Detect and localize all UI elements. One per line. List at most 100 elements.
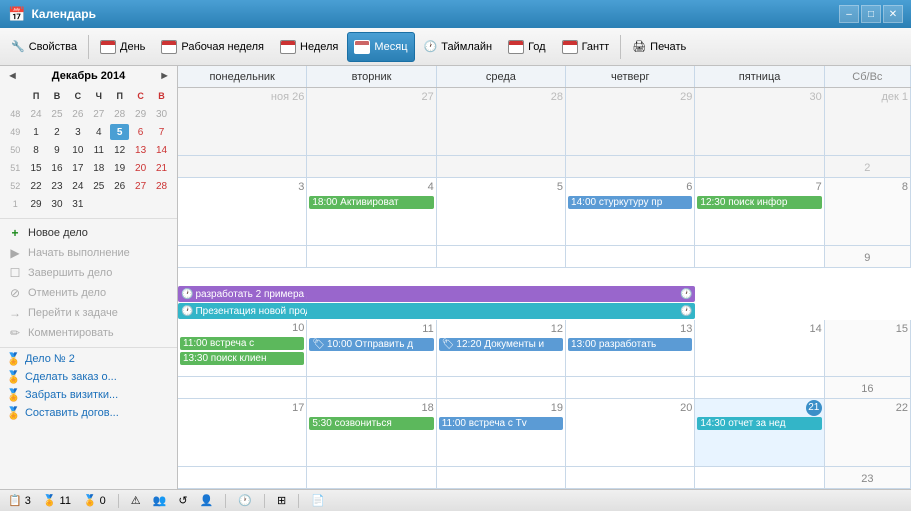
mini-cal-day[interactable]: 6 xyxy=(131,124,150,140)
cell-dec13[interactable]: 13 13:00 разработать xyxy=(566,320,695,375)
toolbar-week[interactable]: Неделя xyxy=(273,32,345,62)
cell-2b-5[interactable]: 9 xyxy=(825,246,911,267)
cell-3b-4[interactable] xyxy=(695,377,824,398)
mini-cal-day[interactable]: 30 xyxy=(48,196,67,212)
cell-3b-2[interactable] xyxy=(437,377,566,398)
task-item[interactable]: 🏅Забрать визитки... xyxy=(2,386,175,404)
mini-cal-day[interactable]: 12 xyxy=(110,142,129,158)
cell-2b-3[interactable] xyxy=(566,246,695,267)
cell-nov28[interactable]: 28 xyxy=(437,88,566,155)
maximize-button[interactable]: □ xyxy=(861,5,881,23)
event-dec19[interactable]: 11:00 встреча с Тv xyxy=(439,417,563,430)
mini-cal-day[interactable]: 26 xyxy=(68,106,87,122)
cell-dec17[interactable]: 17 xyxy=(178,399,307,466)
task-item[interactable]: 🏅Дело № 2 xyxy=(2,350,175,368)
close-button[interactable]: ✕ xyxy=(883,5,903,23)
mini-cal-day[interactable]: 29 xyxy=(27,196,46,212)
mini-cal-day[interactable]: 11 xyxy=(89,142,108,158)
cell-dec1[interactable]: дек 1 xyxy=(825,88,911,155)
cell-4b-0[interactable] xyxy=(178,467,307,488)
event-dec6[interactable]: 14:00 стуркутуру пр xyxy=(568,196,692,209)
cell-2b-4[interactable] xyxy=(695,246,824,267)
cell-4b-5[interactable]: 23 xyxy=(825,467,911,488)
task-item[interactable]: 🏅Составить догов... xyxy=(2,404,175,422)
toolbar-print[interactable]: 🖨 Печать xyxy=(625,32,693,62)
mini-cal-day[interactable]: 14 xyxy=(152,142,171,158)
cell-nov27[interactable]: 27 xyxy=(307,88,436,155)
toolbar-month[interactable]: Месяц xyxy=(347,32,414,62)
cell-nov29[interactable]: 29 xyxy=(566,88,695,155)
toolbar-gantt[interactable]: Гантт xyxy=(555,32,617,62)
mini-cal-day[interactable]: 24 xyxy=(27,106,46,122)
event-dec7[interactable]: 12:30 поиск инфор xyxy=(697,196,821,209)
cell-1b-3[interactable] xyxy=(566,156,695,177)
cell-dec15[interactable]: 15 xyxy=(825,320,911,375)
cell-1b-4[interactable] xyxy=(695,156,824,177)
toolbar-properties[interactable]: 🔧 Свойства xyxy=(4,32,84,62)
mini-cal-day[interactable]: 25 xyxy=(89,178,108,194)
mini-cal-day[interactable]: 9 xyxy=(48,142,67,158)
mini-cal-day[interactable]: 8 xyxy=(27,142,46,158)
mini-cal-day[interactable]: 28 xyxy=(152,178,171,194)
mini-cal-prev[interactable]: ◄ xyxy=(4,70,21,82)
event-dec13[interactable]: 13:00 разработать xyxy=(568,338,692,351)
mini-cal-day[interactable]: 26 xyxy=(110,178,129,194)
event-dec10a[interactable]: 11:00 встреча с xyxy=(180,337,304,350)
cell-dec11[interactable]: 11 🏷10:00 Отправить д xyxy=(307,320,436,375)
cell-dec22[interactable]: 22 xyxy=(825,399,911,466)
cell-dec3[interactable]: 3 xyxy=(178,178,307,245)
mini-cal-day[interactable]: 13 xyxy=(131,142,150,158)
mini-cal-day[interactable]: 3 xyxy=(68,124,87,140)
cell-3b-5[interactable]: 16 xyxy=(825,377,911,398)
event-dec18[interactable]: 5:30 созвониться xyxy=(309,417,433,430)
span-event-design[interactable]: 🕐разработать 2 примера дизайна xyxy=(178,286,307,302)
mini-cal-day[interactable]: 2 xyxy=(48,124,67,140)
toolbar-timeline[interactable]: 🕐 Таймлайн xyxy=(417,32,500,62)
cell-2b-0[interactable] xyxy=(178,246,307,267)
cell-1b-5[interactable]: 2 xyxy=(825,156,911,177)
mini-cal-day[interactable]: 28 xyxy=(110,106,129,122)
action-new-task[interactable]: + Новое дело xyxy=(2,223,175,243)
mini-cal-day[interactable]: 1 xyxy=(27,124,46,140)
mini-cal-day[interactable]: 16 xyxy=(48,160,67,176)
toolbar-year[interactable]: Год xyxy=(501,32,553,62)
event-dec10b[interactable]: 13:30 поиск клиен xyxy=(180,352,304,365)
cell-dec10[interactable]: 10 11:00 встреча с 13:30 поиск клиен xyxy=(178,320,307,375)
cell-3b-0[interactable] xyxy=(178,377,307,398)
cell-dec7[interactable]: 7 12:30 поиск инфор xyxy=(695,178,824,245)
mini-cal-day[interactable]: 18 xyxy=(89,160,108,176)
mini-cal-day[interactable]: 27 xyxy=(131,178,150,194)
cell-dec21[interactable]: 21 14:30 отчет за нед xyxy=(695,399,824,466)
minimize-button[interactable]: – xyxy=(839,5,859,23)
mini-cal-day[interactable]: 10 xyxy=(68,142,87,158)
cell-3b-3[interactable] xyxy=(566,377,695,398)
cell-nov30[interactable]: 30 xyxy=(695,88,824,155)
cell-dec19[interactable]: 19 11:00 встреча с Тv xyxy=(437,399,566,466)
mini-cal-day[interactable]: 17 xyxy=(68,160,87,176)
task-item[interactable]: 🏅Сделать заказ о... xyxy=(2,368,175,386)
event-dec12[interactable]: 🏷12:20 Документы и xyxy=(439,338,563,351)
cell-4b-3[interactable] xyxy=(566,467,695,488)
status-refresh[interactable]: ↺ xyxy=(178,494,187,507)
mini-cal-day[interactable]: 24 xyxy=(68,178,87,194)
mini-cal-day[interactable]: 20 xyxy=(131,160,150,176)
event-dec11[interactable]: 🏷10:00 Отправить д xyxy=(309,338,433,351)
cell-1b-2[interactable] xyxy=(437,156,566,177)
mini-cal-day[interactable]: 7 xyxy=(152,124,171,140)
mini-cal-day[interactable]: 23 xyxy=(48,178,67,194)
cell-dec20[interactable]: 20 xyxy=(566,399,695,466)
mini-cal-day[interactable]: 21 xyxy=(152,160,171,176)
mini-cal-day[interactable]: 4 xyxy=(89,124,108,140)
cell-4b-2[interactable] xyxy=(437,467,566,488)
cell-2b-1[interactable] xyxy=(307,246,436,267)
mini-cal-day[interactable]: 31 xyxy=(68,196,87,212)
cell-1b-1[interactable] xyxy=(307,156,436,177)
cell-dec5[interactable]: 5 xyxy=(437,178,566,245)
mini-cal-next[interactable]: ► xyxy=(156,70,173,82)
span-event-presentation[interactable]: 🕐Презентация новой продукции xyxy=(178,303,307,319)
cell-1b-0[interactable] xyxy=(178,156,307,177)
event-dec4[interactable]: 18:00 Активироват xyxy=(309,196,433,209)
mini-cal-day[interactable]: 29 xyxy=(131,106,150,122)
cell-2b-2[interactable] xyxy=(437,246,566,267)
mini-cal-day[interactable]: 5 xyxy=(110,124,129,140)
